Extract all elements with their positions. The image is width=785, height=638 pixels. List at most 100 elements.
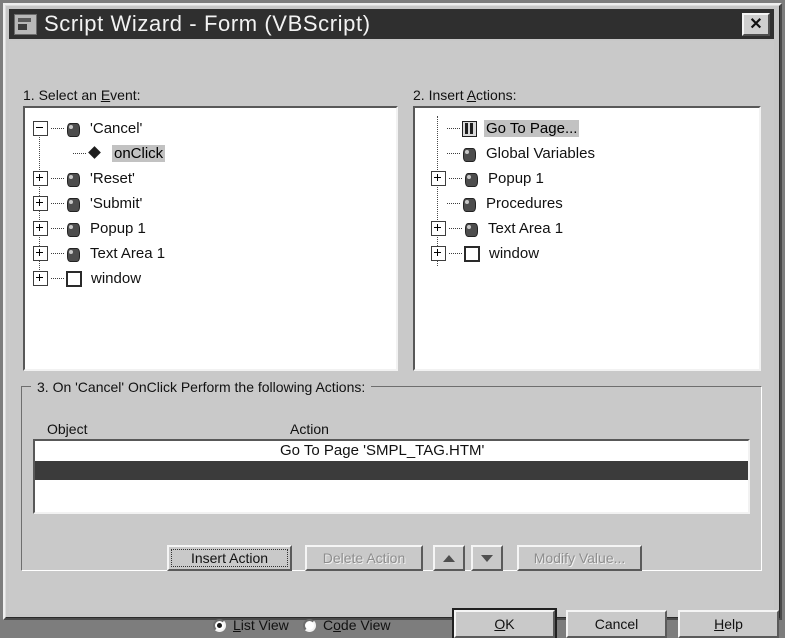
expand-icon[interactable]	[33, 246, 48, 261]
help-label: Help	[714, 616, 743, 632]
close-icon[interactable]: ✕	[742, 13, 770, 36]
tree-item-label: Global Variables	[486, 145, 595, 162]
modify-value-button[interactable]: Modify Value...	[517, 545, 642, 571]
radio-code-view-label: Code View	[323, 617, 391, 633]
tree-item-popup-1[interactable]: Popup 1	[33, 216, 392, 241]
radio-list-view-label: List View	[233, 617, 289, 633]
expand-icon[interactable]	[33, 171, 48, 186]
insert-actions-label: 2. Insert Actions:	[413, 87, 517, 103]
delete-action-button[interactable]: Delete Action	[305, 545, 423, 571]
tree-connector	[73, 152, 86, 155]
object-icon	[66, 246, 81, 262]
tree-connector	[449, 177, 462, 180]
object-icon	[464, 221, 479, 237]
script-wizard-icon	[14, 13, 37, 35]
tree-connector	[51, 227, 64, 230]
tree-item-label: window	[489, 245, 540, 262]
move-up-button[interactable]	[433, 545, 465, 571]
tree-connector	[51, 277, 64, 280]
arrow-up-icon	[443, 554, 455, 562]
radio-code-view[interactable]: Code View	[303, 617, 390, 633]
tree-item-text-area-1[interactable]: Text Area 1	[33, 241, 392, 266]
focus-ring	[171, 549, 288, 567]
tree-item-label: 'Reset'	[90, 170, 135, 187]
tree-item-window[interactable]: window	[33, 266, 392, 291]
collapse-icon[interactable]	[33, 121, 48, 136]
tree-item-label: Popup 1	[488, 170, 544, 187]
object-icon	[66, 196, 81, 212]
tree-item-text-area-1[interactable]: Text Area 1	[431, 216, 755, 241]
row-action-cell: Go To Page 'SMPL_TAG.HTM'	[280, 442, 485, 459]
modify-value-label: Modify Value...	[533, 550, 626, 566]
column-header-object: Object	[47, 421, 88, 437]
help-button[interactable]: Help	[678, 610, 779, 638]
tree-item-label: Go To Page...	[484, 120, 580, 137]
tree-item-window[interactable]: window	[431, 241, 755, 266]
radio-indicator[interactable]	[303, 618, 316, 632]
perform-actions-title: 3. On 'Cancel' OnClick Perform the follo…	[31, 379, 372, 395]
expand-icon[interactable]	[33, 221, 48, 236]
tree-item-label: window	[91, 270, 142, 287]
script-wizard-window: Script Wizard - Form (VBScript) ✕ 1. Sel…	[3, 3, 782, 638]
delete-action-label: Delete Action	[322, 550, 406, 566]
tree-item-reset[interactable]: 'Reset'	[33, 166, 392, 191]
tree-item-label: Popup 1	[90, 220, 146, 237]
expand-icon[interactable]	[33, 271, 48, 286]
object-icon	[66, 121, 81, 137]
event-tree-panel[interactable]: 'Cancel' onClick 'Reset' 'Submit' Popup …	[23, 106, 398, 371]
radio-indicator[interactable]	[213, 618, 226, 632]
page-icon	[462, 120, 477, 137]
tree-item-label: Text Area 1	[488, 220, 564, 237]
tree-connector	[51, 202, 64, 205]
ok-label: OK	[494, 616, 515, 632]
tree-item-label: 'Submit'	[90, 195, 143, 212]
tree-item-onclick[interactable]: onClick	[33, 141, 392, 166]
expand-icon[interactable]	[431, 171, 446, 186]
arrow-down-icon	[481, 554, 493, 562]
tree-item-label: onClick	[112, 145, 166, 162]
tree-item-cancel[interactable]: 'Cancel'	[33, 116, 392, 141]
tree-connector	[51, 252, 64, 255]
window-icon	[464, 245, 480, 262]
tree-item-label: 'Cancel'	[90, 120, 143, 137]
tree-item-go-to-page[interactable]: Go To Page...	[431, 116, 755, 141]
action-tree-panel[interactable]: Go To Page... Global Variables Popup 1 P…	[413, 106, 761, 371]
tree-connector	[51, 127, 64, 130]
tree-connector	[447, 152, 460, 155]
ok-button[interactable]: OK	[452, 608, 557, 638]
tree-connector	[449, 227, 462, 230]
move-down-button[interactable]	[471, 545, 503, 571]
tree-connector	[447, 127, 460, 130]
object-icon	[464, 171, 479, 187]
expand-icon[interactable]	[33, 196, 48, 211]
dialog-body: 1. Select an Event: 'Cancel' onClick 'Re…	[9, 41, 779, 638]
title-bar[interactable]: Script Wizard - Form (VBScript) ✕	[9, 9, 774, 39]
actions-list[interactable]: Go To Page 'SMPL_TAG.HTM'	[33, 439, 750, 514]
tree-item-submit[interactable]: 'Submit'	[33, 191, 392, 216]
object-icon	[462, 146, 477, 162]
cancel-button[interactable]: Cancel	[566, 610, 667, 638]
tree-item-label: Text Area 1	[90, 245, 166, 262]
tree-item-popup-1[interactable]: Popup 1	[431, 166, 755, 191]
action-tree[interactable]: Go To Page... Global Variables Popup 1 P…	[415, 108, 759, 369]
object-icon	[66, 221, 81, 237]
tree-item-procedures[interactable]: Procedures	[431, 191, 755, 216]
table-row[interactable]: Go To Page 'SMPL_TAG.HTM'	[35, 441, 748, 461]
table-row[interactable]	[35, 461, 748, 480]
cancel-label: Cancel	[594, 616, 639, 632]
tree-item-global-variables[interactable]: Global Variables	[431, 141, 755, 166]
window-icon	[66, 270, 82, 287]
expand-icon[interactable]	[431, 221, 446, 236]
window-title: Script Wizard - Form (VBScript)	[44, 11, 371, 36]
event-tree[interactable]: 'Cancel' onClick 'Reset' 'Submit' Popup …	[25, 108, 396, 369]
select-event-label: 1. Select an Event:	[23, 87, 141, 103]
object-icon	[66, 171, 81, 187]
expand-icon[interactable]	[431, 246, 446, 261]
column-header-action: Action	[290, 421, 329, 437]
event-diamond-icon	[88, 146, 103, 161]
tree-item-label: Procedures	[486, 195, 563, 212]
object-icon	[462, 196, 477, 212]
tree-connector	[447, 202, 460, 205]
insert-action-button[interactable]: Insert Action	[167, 545, 292, 571]
radio-list-view[interactable]: List View	[213, 617, 289, 633]
